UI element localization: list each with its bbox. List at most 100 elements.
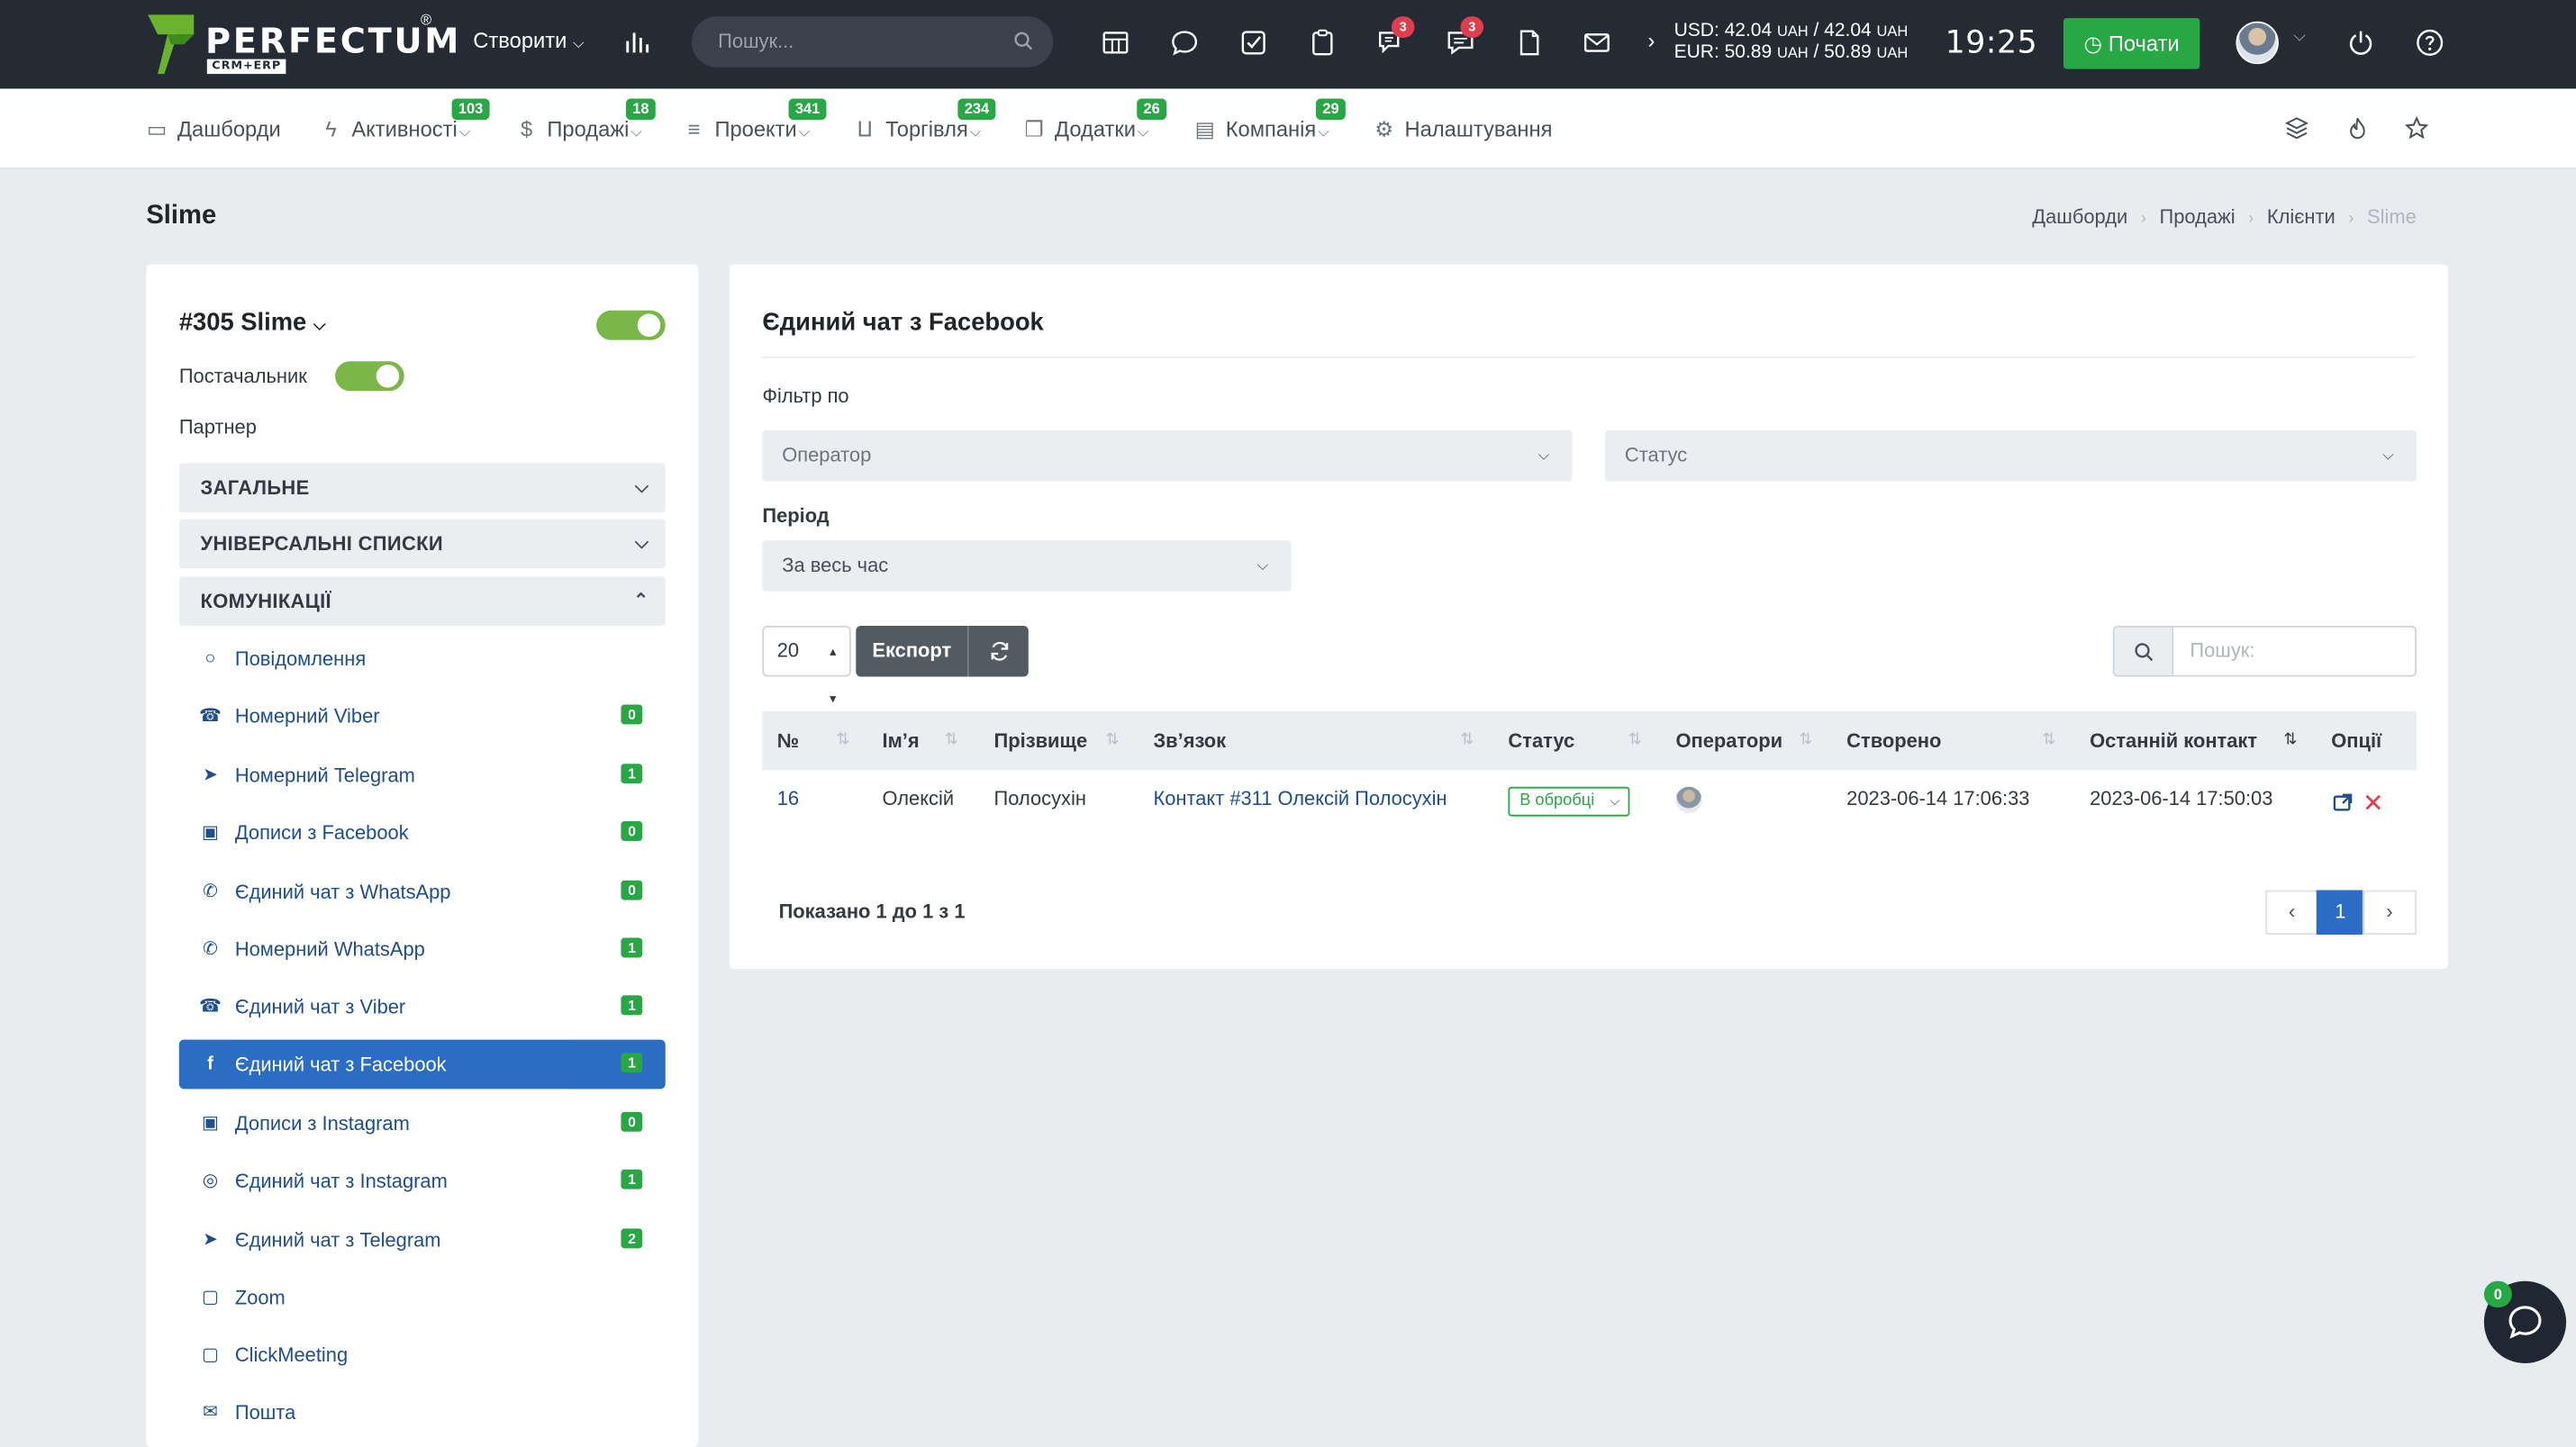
nav-item-activities[interactable]: ϟ Активності ⌵ 103 (321, 98, 490, 141)
col-operators[interactable]: Оператори (1675, 711, 1782, 771)
col-number[interactable]: № (777, 711, 799, 771)
menu-item-instagram-chat[interactable]: ◎ Єдиний чат з Instagram 1 (179, 1156, 666, 1206)
telegram-icon: ➤ (203, 765, 218, 785)
nav-label: Налаштування (1404, 116, 1553, 141)
col-last-contact[interactable]: Останній контакт (2090, 711, 2257, 771)
power-icon[interactable] (2346, 28, 2379, 60)
menu-item-messages[interactable]: ○ Повідомлення (179, 634, 666, 683)
row-contact-link[interactable]: Контакт #311 Олексій Полосухін (1153, 787, 1447, 810)
operator-select[interactable]: Оператор ⌵ (762, 430, 1573, 482)
fire-icon[interactable] (2346, 117, 2370, 140)
menu-item-mail[interactable]: ✉ Пошта (179, 1388, 666, 1437)
menu-item-zoom[interactable]: ▢ Zoom (179, 1273, 666, 1323)
export-button[interactable]: Експорт (856, 625, 968, 677)
task-check-icon[interactable] (1238, 28, 1271, 60)
start-timer-button[interactable]: ◷ Почати (2063, 18, 2200, 69)
sort-icon[interactable]: ⇅ (1106, 711, 1120, 771)
section-general[interactable]: ЗАГАЛЬНЕ ⌵ (178, 463, 666, 513)
sort-icon[interactable]: ⇅ (1628, 711, 1642, 771)
menu-item-facebook-posts[interactable]: ▣ Дописи з Facebook 0 (179, 808, 666, 857)
breadcrumb-item[interactable]: Дашборди (2032, 205, 2127, 229)
nav-item-trade[interactable]: ⨿ Торгівля ⌵ 234 (854, 98, 996, 143)
nav-badge: 18 (625, 98, 656, 121)
col-created[interactable]: Створено (1846, 711, 1941, 771)
updown-icon: ▴ ▾ (830, 644, 837, 707)
mail-icon[interactable] (1583, 28, 1615, 60)
menu-item-facebook-chat[interactable]: f Єдиний чат з Facebook 1 (178, 1039, 666, 1090)
calendar-table-icon[interactable] (1101, 28, 1133, 60)
section-universal-lists[interactable]: УНІВЕРСАЛЬНІ СПИСКИ ⌵ (178, 519, 666, 569)
sort-desc-icon[interactable]: ⇅ (2283, 711, 2297, 771)
sort-icon[interactable]: ⇅ (2042, 711, 2055, 771)
star-icon[interactable] (2405, 116, 2428, 140)
table-search-input[interactable]: Пошук: (2172, 625, 2417, 677)
chat-bubbles-icon[interactable]: 3 (1377, 16, 1415, 60)
eur-rate: EUR: 50.89 UAH / 50.89 UAH (1674, 42, 1909, 64)
eur-separator: / (1813, 42, 1819, 63)
client-active-toggle[interactable] (596, 310, 666, 340)
usd-unit: UAH (1776, 23, 1809, 40)
dollar-icon: $ (520, 116, 533, 141)
chevron-down-icon: ⌵ (1256, 556, 1269, 574)
global-search-input[interactable]: Пошук... (691, 16, 1054, 68)
sort-icon[interactable]: ⇅ (945, 711, 958, 771)
pagination-prev[interactable]: ‹ (2265, 890, 2318, 935)
menu-item-numbered-whatsapp[interactable]: ✆ Номерний WhatsApp 1 (179, 925, 666, 974)
document-icon[interactable] (1515, 28, 1547, 60)
sort-icon[interactable]: ⇅ (1461, 711, 1474, 771)
table-header: № ⇅ Ім’я ⇅ Прізвище ⇅ Зв’язок ⇅ Статус ⇅ Опер… (762, 710, 2417, 771)
menu-item-label: Єдиний чат з Viber (234, 995, 406, 1018)
pagination-next[interactable]: › (2362, 890, 2417, 935)
sort-icon[interactable]: ⇅ (836, 711, 849, 771)
menu-item-label: Повідомлення (234, 647, 367, 671)
mail-icon: ✉ (203, 1402, 218, 1423)
comment-icon[interactable] (1170, 28, 1202, 60)
col-first-name[interactable]: Ім’я (882, 711, 919, 771)
menu-item-viber-chat[interactable]: ☎ Єдиний чат з Viber 1 (179, 982, 666, 1032)
user-avatar[interactable] (2236, 21, 2279, 65)
logo[interactable]: PERFECTUM CRM+ERP ® (145, 11, 458, 77)
messages-icon[interactable]: 3 (1446, 16, 1484, 60)
chevron-down-icon: ⌵ (634, 477, 649, 498)
supplier-toggle[interactable] (335, 361, 404, 392)
sort-icon[interactable]: ⇅ (1799, 711, 1812, 771)
nav-item-dashboards[interactable]: ▭ Дашборди (146, 117, 281, 143)
menu-item-whatsapp-chat[interactable]: ✆ Єдиний чат з WhatsApp 0 (179, 867, 666, 917)
open-chat-icon[interactable] (2333, 793, 2353, 813)
nav-item-projects[interactable]: ≡ Проекти ⌵ 341 (684, 98, 827, 141)
section-communications[interactable]: КОМУНІКАЦІЇ ⌃ (178, 576, 666, 626)
logo-registered-mark: ® (420, 11, 432, 29)
search-icon (2112, 625, 2172, 677)
breadcrumb-item[interactable]: Продажі (2160, 205, 2236, 229)
nav-item-settings[interactable]: ⚙ Налаштування (1374, 116, 1553, 143)
usd-label: USD: (1673, 21, 1719, 41)
menu-item-numbered-viber[interactable]: ☎ Номерний Viber 0 (179, 692, 666, 741)
page-length-select[interactable]: 20 ▴ ▾ (762, 625, 851, 706)
clipboard-icon[interactable] (1308, 28, 1340, 60)
delete-icon[interactable] (2364, 793, 2382, 811)
col-status[interactable]: Статус (1508, 711, 1574, 771)
col-last-name[interactable]: Прізвище (994, 711, 1088, 771)
nav-item-sales[interactable]: $ Продажі ⌵ 18 (516, 98, 656, 141)
menu-item-telegram-chat[interactable]: ➤ Єдиний чат з Telegram 2 (179, 1216, 666, 1265)
menu-item-numbered-telegram[interactable]: ➤ Номерний Telegram 1 (179, 751, 666, 800)
row-status-select[interactable]: В обробці ⌵ (1508, 786, 1630, 817)
breadcrumb-item[interactable]: Клієнти (2267, 205, 2336, 229)
create-menu-button[interactable]: Створити ⌵ (473, 28, 584, 52)
layers-icon[interactable] (2285, 117, 2308, 140)
nav-item-addons[interactable]: ❐ Додатки ⌵ 26 (1023, 98, 1167, 143)
nav-item-company[interactable]: ▤ Компанія ⌵ 29 (1194, 98, 1346, 143)
chevron-down-icon[interactable]: ⌵ (2293, 28, 2306, 46)
menu-item-clickmeeting[interactable]: ▢ ClickMeeting (179, 1331, 666, 1380)
row-number[interactable]: 16 (777, 787, 799, 810)
chevron-right-icon[interactable]: › (1647, 28, 1655, 52)
bar-chart-icon[interactable] (624, 28, 650, 54)
menu-item-instagram-posts[interactable]: ▣ Дописи з Instagram 0 (179, 1099, 666, 1148)
help-icon[interactable] (2415, 28, 2447, 60)
client-name-dropdown[interactable]: #305 Slime ⌵ (179, 309, 326, 337)
status-select[interactable]: Статус ⌵ (1605, 430, 2417, 482)
period-select[interactable]: За весь час ⌵ (762, 540, 1292, 592)
pagination-page[interactable]: 1 (2316, 890, 2364, 935)
refresh-button[interactable] (967, 625, 1029, 677)
col-contact[interactable]: Зв’язок (1153, 711, 1226, 771)
